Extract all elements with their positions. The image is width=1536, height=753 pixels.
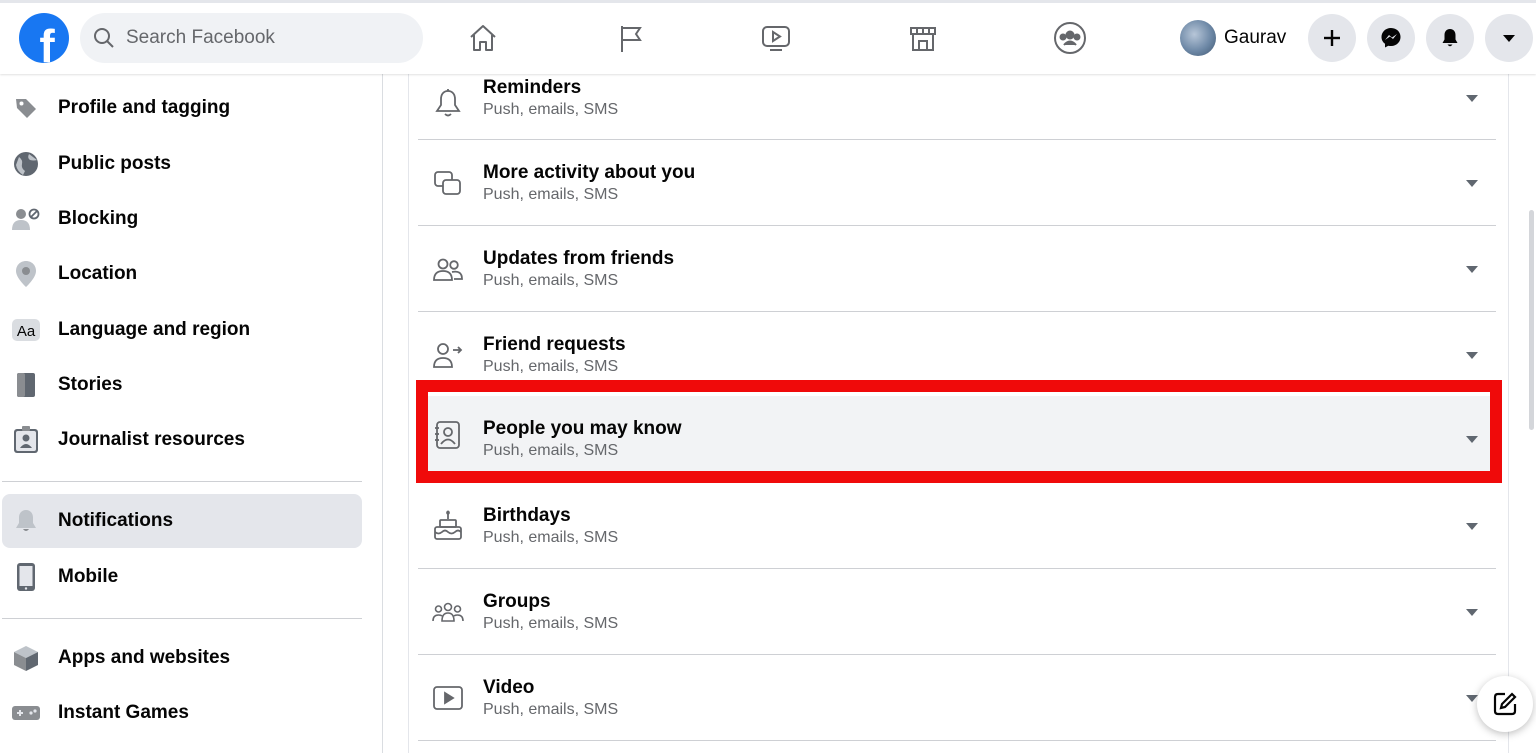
sidebar-item-language-and-region[interactable]: Aa Language and region xyxy=(0,303,362,357)
groups-outline-icon xyxy=(432,596,464,628)
search-bar[interactable] xyxy=(80,13,423,63)
notification-row-birthdays[interactable]: Birthdays Push, emails, SMS xyxy=(418,483,1496,568)
messenger-icon xyxy=(1381,28,1401,48)
notification-row-title: Reminders xyxy=(483,77,582,98)
notification-row-title: Updates from friends xyxy=(483,248,675,269)
search-input[interactable] xyxy=(124,26,408,50)
sidebar-item-label: Blocking xyxy=(58,208,139,229)
notification-row-title: Video xyxy=(483,677,535,698)
notification-row-title: Friend requests xyxy=(483,334,626,355)
cube-icon xyxy=(10,642,42,674)
create-plus-icon xyxy=(1324,30,1340,46)
video-play-icon xyxy=(432,682,464,714)
marketplace-icon[interactable] xyxy=(903,18,943,58)
notifications-button[interactable] xyxy=(1426,14,1474,62)
notification-row-groups[interactable]: Groups Push, emails, SMS xyxy=(418,569,1496,654)
top-navigation-bar: f Gaurav xyxy=(0,0,1536,74)
sidebar-item-instant-games[interactable]: Instant Games xyxy=(0,686,362,740)
notification-row-updates-from-friends[interactable]: Updates from friends Push, emails, SMS xyxy=(418,226,1496,311)
chevron-down-icon[interactable] xyxy=(1466,523,1478,530)
chevron-down-icon[interactable] xyxy=(1466,266,1478,273)
sidebar-item-label: Public posts xyxy=(58,153,171,174)
notification-row-reminders[interactable]: Reminders Push, emails, SMS xyxy=(418,74,1496,139)
sidebar-item-label: Profile and tagging xyxy=(58,97,231,118)
notification-row-subtitle: Push, emails, SMS xyxy=(483,701,619,718)
settings-sidebar: Profile and tagging Public posts Blockin… xyxy=(0,74,383,753)
top-divider xyxy=(0,0,1536,3)
notification-row-subtitle: Push, emails, SMS xyxy=(483,615,619,632)
friend-request-icon xyxy=(432,339,464,371)
location-pin-icon xyxy=(10,258,42,290)
notification-row-subtitle: Push, emails, SMS xyxy=(483,529,619,546)
home-icon[interactable] xyxy=(463,18,503,58)
globe-icon xyxy=(10,148,42,180)
stories-book-icon xyxy=(10,369,42,401)
sidebar-item-public-posts[interactable]: Public posts xyxy=(0,137,362,191)
account-menu-icon xyxy=(1503,35,1515,42)
notification-row-title: Birthdays xyxy=(483,505,571,526)
friends-icon xyxy=(432,253,464,285)
sidebar-item-label: Location xyxy=(58,263,138,284)
birthday-cake-icon xyxy=(432,509,464,542)
pages-flag-icon[interactable] xyxy=(610,18,650,58)
gamepad-icon xyxy=(10,697,42,729)
sidebar-item-label: Apps and websites xyxy=(58,647,231,668)
language-icon: Aa xyxy=(10,314,42,346)
create-button[interactable] xyxy=(1308,14,1356,62)
notifications-bell-icon xyxy=(1442,29,1458,47)
svg-text:Aa: Aa xyxy=(17,323,36,340)
chevron-down-icon[interactable] xyxy=(1466,352,1478,359)
groups-icon[interactable] xyxy=(1050,18,1090,58)
sidebar-divider xyxy=(2,481,362,482)
sidebar-item-location[interactable]: Location xyxy=(0,247,362,301)
block-user-icon xyxy=(10,203,42,235)
mobile-phone-icon xyxy=(10,561,42,593)
notification-row-video[interactable]: Video Push, emails, SMS xyxy=(418,655,1496,740)
chevron-down-icon[interactable] xyxy=(1466,95,1478,102)
sidebar-item-mobile[interactable]: Mobile xyxy=(0,550,362,604)
profile-shortcut[interactable]: Gaurav xyxy=(1180,16,1286,60)
avatar xyxy=(1180,20,1216,56)
notification-row-title: Groups xyxy=(483,591,551,612)
compose-icon xyxy=(1493,692,1517,716)
notification-row-subtitle: Push, emails, SMS xyxy=(483,358,619,375)
highlight-annotation-box xyxy=(416,380,1502,483)
sidebar-item-profile-and-tagging[interactable]: Profile and tagging xyxy=(0,81,362,135)
notification-row-subtitle: Push, emails, SMS xyxy=(483,101,619,118)
sidebar-item-label: Language and region xyxy=(58,319,251,340)
sidebar-item-stories[interactable]: Stories xyxy=(0,358,362,412)
facebook-logo[interactable]: f xyxy=(19,13,69,63)
notification-row-subtitle: Push, emails, SMS xyxy=(483,186,619,203)
sidebar-item-notifications[interactable]: Notifications xyxy=(2,494,362,548)
messenger-button[interactable] xyxy=(1367,14,1415,62)
sidebar-divider xyxy=(2,618,362,619)
activity-squares-icon xyxy=(432,167,464,199)
bell-outline-icon xyxy=(432,87,464,119)
scrollbar-thumb[interactable] xyxy=(1529,210,1534,430)
account-menu-button[interactable] xyxy=(1485,14,1533,62)
chevron-down-icon[interactable] xyxy=(1466,609,1478,616)
chevron-down-icon[interactable] xyxy=(1466,180,1478,187)
sidebar-item-label: Notifications xyxy=(58,510,174,531)
tag-icon xyxy=(10,92,42,124)
profile-name: Gaurav xyxy=(1224,27,1287,48)
sidebar-item-label: Mobile xyxy=(58,566,119,587)
bell-icon xyxy=(10,505,42,537)
watch-video-icon[interactable] xyxy=(756,18,796,58)
notification-row-more-activity[interactable]: More activity about you Push, emails, SM… xyxy=(418,140,1496,225)
search-icon xyxy=(94,28,114,48)
journalist-badge-icon xyxy=(10,424,42,456)
row-divider xyxy=(418,740,1496,741)
sidebar-item-apps-and-websites[interactable]: Apps and websites xyxy=(0,631,362,685)
notification-row-subtitle: Push, emails, SMS xyxy=(483,272,619,289)
sidebar-item-label: Instant Games xyxy=(58,702,189,723)
sidebar-item-blocking[interactable]: Blocking xyxy=(0,192,362,246)
new-message-button[interactable] xyxy=(1477,676,1533,732)
sidebar-item-journalist-resources[interactable]: Journalist resources xyxy=(0,413,362,467)
sidebar-item-label: Stories xyxy=(58,374,123,395)
sidebar-item-label: Journalist resources xyxy=(58,429,245,450)
notification-row-title: More activity about you xyxy=(483,162,696,183)
facebook-logo-letter: f xyxy=(39,20,55,63)
